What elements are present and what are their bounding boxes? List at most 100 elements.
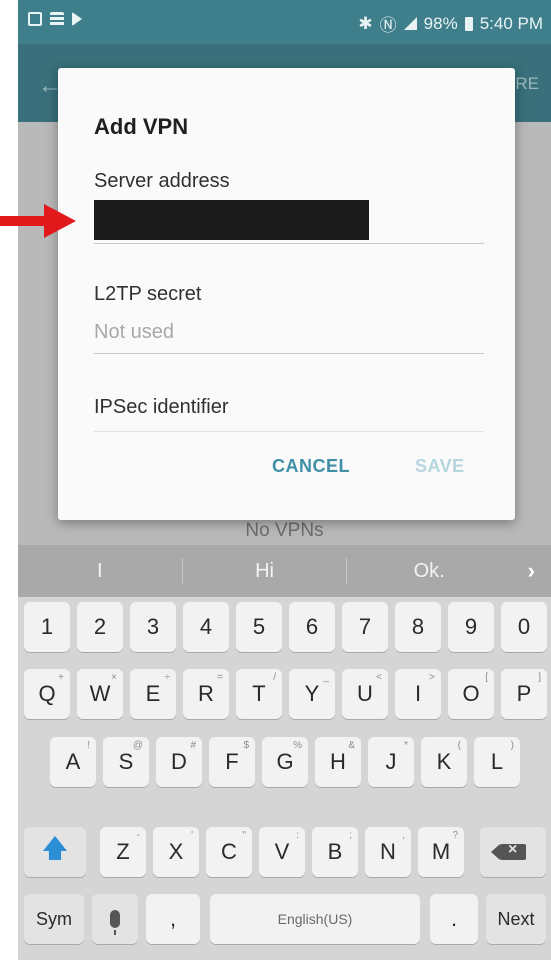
- key-j[interactable]: J *: [368, 737, 414, 787]
- key-hint: ": [242, 830, 246, 841]
- key-hint: $: [243, 740, 249, 751]
- key-u[interactable]: U <: [342, 669, 388, 719]
- key-hint: -: [136, 830, 140, 841]
- key-s[interactable]: S @: [103, 737, 149, 787]
- key-label: O: [462, 681, 480, 706]
- key-d[interactable]: D #: [156, 737, 202, 787]
- shift-arrow-icon: 🡅: [41, 833, 69, 863]
- comma-key[interactable]: ,: [146, 894, 200, 944]
- clock: 5:40 PM: [479, 13, 543, 33]
- key-x[interactable]: X ': [153, 827, 199, 877]
- l2tp-secret-input[interactable]: [94, 312, 484, 354]
- server-address-label: Server address: [94, 170, 230, 192]
- system-icons: ✱ Ⓝ 98% 5:40 PM: [358, 11, 543, 36]
- key-label: Q: [38, 681, 56, 706]
- key-p[interactable]: P]: [501, 669, 547, 719]
- notification-icon: [28, 12, 42, 26]
- key-k[interactable]: K(: [421, 737, 467, 787]
- key-hint: /: [273, 672, 276, 683]
- key-label: P: [516, 681, 532, 706]
- key-f[interactable]: F $: [209, 737, 255, 787]
- key-hint: ÷: [164, 672, 171, 683]
- dialog-title: Add VPN: [94, 114, 189, 139]
- key-label: T: [252, 681, 266, 706]
- key-e[interactable]: E ÷: [130, 669, 176, 719]
- nfc-icon: Ⓝ: [379, 16, 397, 35]
- key-c[interactable]: C ": [206, 827, 252, 877]
- key-5[interactable]: 5: [236, 602, 282, 652]
- suggestion-item[interactable]: Hi: [183, 560, 347, 583]
- key-label: E: [145, 681, 161, 706]
- next-key[interactable]: Next: [486, 894, 546, 944]
- key-label: J: [385, 749, 397, 774]
- cancel-button[interactable]: CANCEL: [272, 456, 350, 477]
- key-hint: &: [348, 740, 355, 751]
- key-7[interactable]: 7: [342, 602, 388, 652]
- key-hint: [: [485, 672, 488, 683]
- key-o[interactable]: O[: [448, 669, 494, 719]
- shift-key[interactable]: 🡅: [24, 827, 86, 877]
- key-hint: %: [293, 740, 302, 751]
- key-label: D: [171, 749, 187, 774]
- redacted-block: [94, 200, 369, 240]
- key-9[interactable]: 9: [448, 602, 494, 652]
- key-hint: ×: [111, 672, 117, 683]
- key-g[interactable]: G%: [262, 737, 308, 787]
- suggestion-item[interactable]: I: [18, 560, 182, 583]
- key-label: K: [436, 749, 452, 774]
- key-8[interactable]: 8: [395, 602, 441, 652]
- no-vpn-text: No VPNs: [245, 520, 324, 541]
- key-hint: =: [217, 672, 223, 683]
- key-a[interactable]: A!: [50, 737, 96, 787]
- key-label: N: [380, 839, 396, 864]
- signal-icon: [403, 17, 417, 30]
- save-button[interactable]: SAVE: [415, 456, 465, 477]
- key-t[interactable]: T /: [236, 669, 282, 719]
- key-hint: *: [404, 740, 408, 751]
- key-hint: ?: [452, 830, 458, 841]
- key-label: Z: [116, 839, 130, 864]
- more-button[interactable]: RE: [515, 74, 539, 94]
- key-n[interactable]: N,: [365, 827, 411, 877]
- key-4[interactable]: 4: [183, 602, 229, 652]
- period-key[interactable]: .: [430, 894, 478, 944]
- key-m[interactable]: M?: [418, 827, 464, 877]
- key-y[interactable]: Y _: [289, 669, 335, 719]
- suggestion-item[interactable]: Ok.: [347, 560, 511, 583]
- key-3[interactable]: 3: [130, 602, 176, 652]
- key-w[interactable]: W ×: [77, 669, 123, 719]
- key-hint: _: [323, 672, 329, 683]
- key-l[interactable]: L): [474, 737, 520, 787]
- key-label: 9: [464, 614, 478, 639]
- key-label: C: [221, 839, 237, 864]
- space-key[interactable]: English(US): [210, 894, 420, 944]
- key-label: A: [65, 749, 81, 774]
- key-hint: (: [457, 740, 461, 751]
- battery-percent: 98%: [423, 13, 458, 33]
- key-r[interactable]: R =: [183, 669, 229, 719]
- key-1[interactable]: 1: [24, 602, 70, 652]
- backspace-key[interactable]: [480, 827, 546, 877]
- notification-icons: [28, 12, 82, 26]
- key-0[interactable]: 0: [501, 602, 547, 652]
- mic-key[interactable]: [92, 894, 138, 944]
- ipsec-identifier-input[interactable]: [94, 390, 484, 432]
- key-label: 4: [199, 614, 213, 639]
- key-b[interactable]: B;: [312, 827, 358, 877]
- key-q[interactable]: Q +: [24, 669, 70, 719]
- key-z[interactable]: Z-: [100, 827, 146, 877]
- key-v[interactable]: V:: [259, 827, 305, 877]
- key-2[interactable]: 2: [77, 602, 123, 652]
- chevron-right-icon[interactable]: ›: [528, 558, 535, 584]
- key-label: B: [327, 839, 343, 864]
- key-label: I: [414, 681, 422, 706]
- key-label: 1: [40, 614, 54, 639]
- key-label: X: [168, 839, 184, 864]
- key-i[interactable]: I >: [395, 669, 441, 719]
- key-h[interactable]: H &: [315, 737, 361, 787]
- microphone-icon: [110, 910, 120, 935]
- sym-key[interactable]: Sym: [24, 894, 84, 944]
- key-6[interactable]: 6: [289, 602, 335, 652]
- key-label: 6: [305, 614, 319, 639]
- key-hint: ,: [402, 830, 405, 841]
